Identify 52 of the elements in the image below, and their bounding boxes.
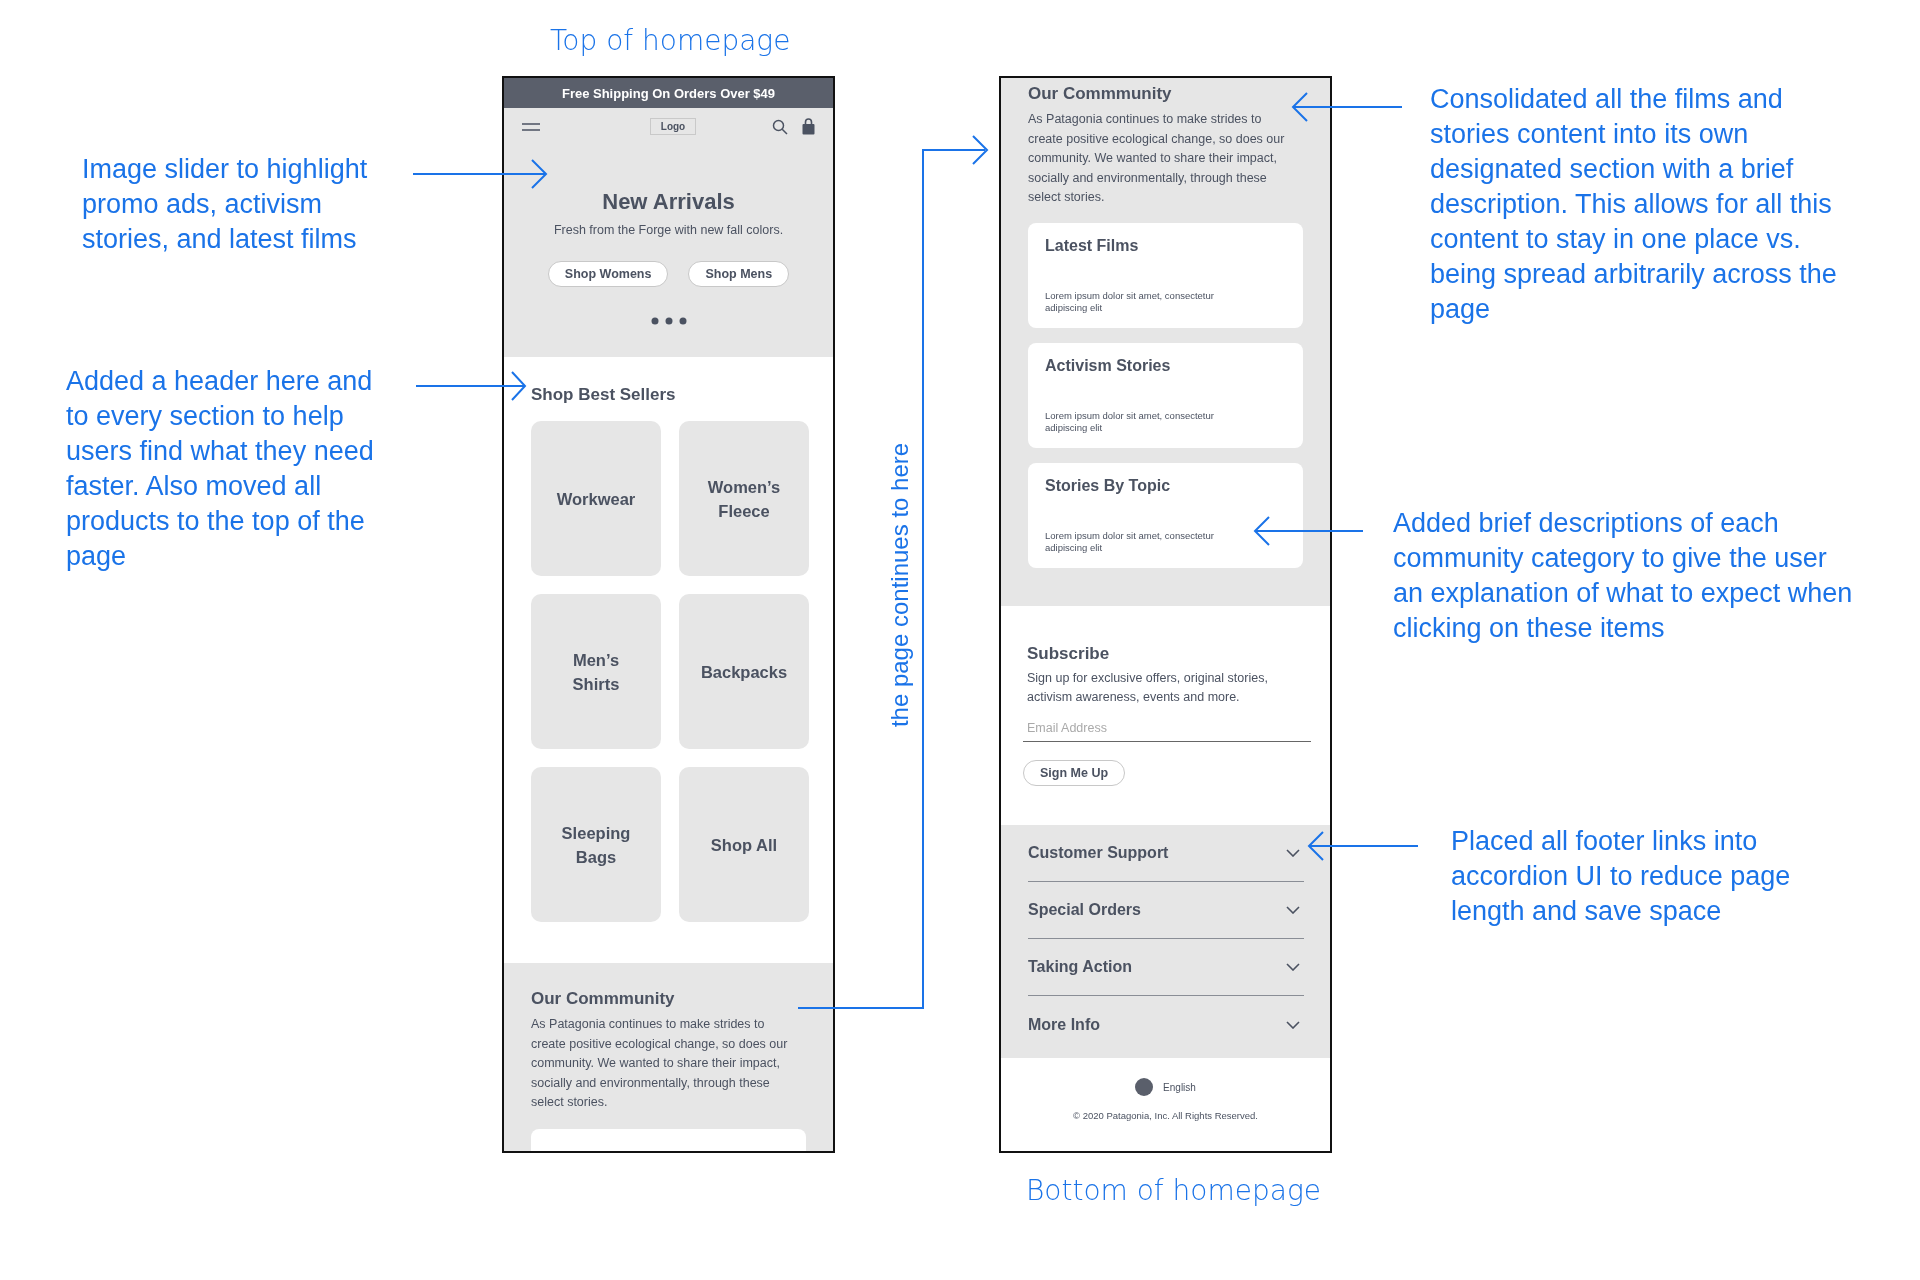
category-tile[interactable]: Backpacks <box>679 594 809 749</box>
category-tile[interactable]: Shop All <box>679 767 809 922</box>
category-tile[interactable]: Women’s Fleece <box>679 421 809 576</box>
category-tile[interactable]: Sleeping Bags <box>531 767 661 922</box>
page-caption: Top of homepage <box>550 24 791 57</box>
category-tile[interactable]: Men’s Shirts <box>531 594 661 749</box>
menu-icon[interactable] <box>522 121 540 132</box>
section-title: Our Commmunity <box>1028 84 1173 104</box>
card-description: Lorem ipsum dolor sit amet, consectetur adipiscing elit <box>1045 529 1215 554</box>
sign-up-button[interactable]: Sign Me Up <box>1023 760 1126 786</box>
shop-button[interactable]: Shop Womens <box>547 261 669 287</box>
annotation-text: Added brief descriptions of each community category to give the user an explanation of what to expect when clicking on these items <box>1393 507 1854 645</box>
page-caption: Bottom of homepage <box>1026 1174 1321 1207</box>
chevron-icon <box>1286 1020 1300 1029</box>
subscribe-description: Sign up for exclusive offers, original stories, activism awareness, events and more. <box>1027 670 1269 706</box>
section-title: Shop Best Sellers <box>531 385 677 405</box>
hero-title: New Arrivals <box>602 189 735 215</box>
accordion-item[interactable]: More Info <box>1028 996 1304 1053</box>
shop-button[interactable]: Shop Mens <box>688 261 790 287</box>
annotation-text: Image slider to highlight promo ads, activism stories, and latest films <box>82 153 369 256</box>
search-icon[interactable] <box>772 118 788 135</box>
card-title: Latest Films <box>1045 236 1140 255</box>
chevron-icon <box>1286 906 1300 914</box>
section-description: As Patagonia continues to make strides to create positive ecological change, so does our community. We wanted to share their impact, socially and environmentally, through these select stories. <box>1028 111 1286 206</box>
story-card[interactable]: Activism Stories Lorem ipsum dolor sit amet, consectetur adipiscing elit <box>1028 342 1303 448</box>
annotation-text: Consolidated all the films and stories content into its own designated section with a brief description. This allows for all this content to stay in one place vs. being spread arbitrarily across the page <box>1430 83 1838 326</box>
section-title: Our Commmunity <box>531 989 676 1009</box>
language-link[interactable]: English <box>1163 1081 1196 1093</box>
copyright-text: © 2020 Patagonia, Inc. All Rights Reserved. <box>1073 1110 1258 1121</box>
annotation-text: the page continues to here <box>886 442 914 728</box>
annotation-text: Added a header here and to every section to help users find what they need faster. Also moved all products to the top of the page <box>66 365 375 573</box>
chevron-icon <box>1286 963 1300 971</box>
hero-subtitle: Fresh from the Forge with new fall colors. <box>553 223 784 237</box>
accordion-item[interactable]: Taking Action <box>1028 939 1304 996</box>
section-description: As Patagonia continues to make strides to create positive ecological change, so does our community. We wanted to share their impact, socially and environmentally, through these select stories. <box>531 1016 789 1111</box>
promo-banner: Free Shipping On Orders Over $49 <box>504 78 833 108</box>
language-dot-icon[interactable] <box>1135 1078 1154 1096</box>
accordion-item[interactable]: Special Orders <box>1028 882 1304 939</box>
card-description: Lorem ipsum dolor sit amet, consectetur adipiscing elit <box>1045 289 1215 314</box>
category-tile[interactable]: Workwear <box>531 421 661 576</box>
accordion-item[interactable]: Customer Support <box>1028 825 1304 882</box>
carousel-dots[interactable] <box>650 317 687 325</box>
chevron-icon <box>1286 849 1300 857</box>
story-card[interactable]: Latest Films Lorem ipsum dolor sit amet, consectetur adipiscing elit <box>1028 222 1303 328</box>
email-field[interactable]: Email Address <box>1023 707 1311 742</box>
annotation-text: Placed all footer links into accordion UI to reduce page length and save space <box>1451 825 1792 928</box>
logo-placeholder[interactable]: Logo <box>649 118 697 135</box>
card-title: Stories By Topic <box>1045 476 1172 495</box>
card-description: Lorem ipsum dolor sit amet, consectetur adipiscing elit <box>1045 409 1215 434</box>
card-title: Activism Stories <box>1045 356 1172 375</box>
story-card[interactable]: Stories By Topic Lorem ipsum dolor sit amet, consectetur adipiscing elit <box>1028 462 1303 568</box>
section-title: Subscribe <box>1027 644 1111 664</box>
